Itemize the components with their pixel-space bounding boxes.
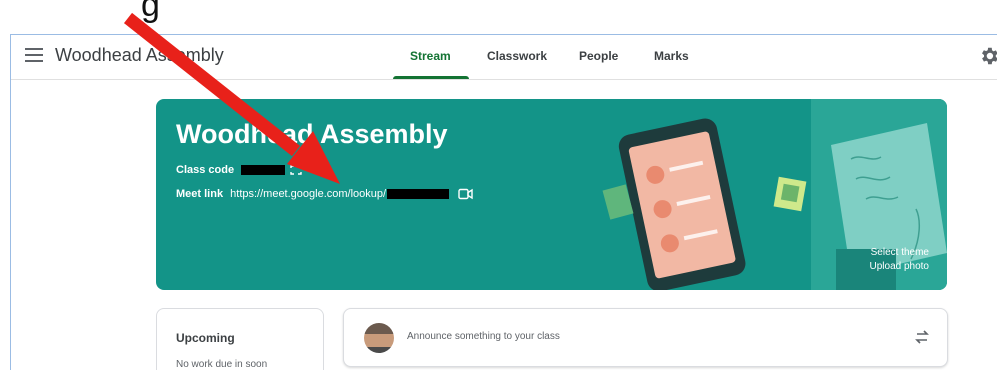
- gear-icon[interactable]: [978, 45, 997, 67]
- select-theme-link[interactable]: Select theme: [870, 246, 929, 260]
- avatar: [364, 323, 394, 353]
- caption-strip: g: [0, 0, 997, 36]
- top-app-bar: Woodhead Assembly Stream Classwork Peopl…: [11, 35, 997, 80]
- class-code: Class code: [176, 164, 302, 176]
- tab-stream[interactable]: Stream: [410, 49, 451, 63]
- upload-photo-link[interactable]: Upload photo: [870, 260, 930, 274]
- caption-fragment: g: [141, 0, 160, 24]
- fullscreen-icon[interactable]: [290, 165, 302, 175]
- class-banner: Woodhead Assembly Class code Meet link h…: [156, 99, 947, 290]
- class-title[interactable]: Woodhead Assembly: [55, 45, 224, 66]
- banner-actions: Select theme Upload photo: [870, 246, 930, 274]
- meet-link-label: Meet link: [176, 188, 224, 200]
- meet-link-url[interactable]: https://meet.google.com/lookup/: [230, 188, 386, 200]
- announce-placeholder[interactable]: Announce something to your class: [407, 331, 560, 342]
- class-code-label: Class code: [176, 164, 235, 176]
- active-tab-indicator: [393, 76, 469, 79]
- upcoming-title: Upcoming: [176, 331, 235, 345]
- tab-classwork[interactable]: Classwork: [487, 49, 547, 63]
- upcoming-card: Upcoming No work due in soon: [156, 308, 324, 370]
- meet-link-redaction: [387, 189, 450, 200]
- tab-people[interactable]: People: [579, 49, 618, 63]
- video-icon[interactable]: [458, 188, 474, 200]
- class-code-redaction: [241, 165, 286, 176]
- upcoming-body: No work due in soon: [176, 359, 268, 370]
- meet-link-row: Meet link https://meet.google.com/lookup…: [176, 188, 474, 200]
- announce-box[interactable]: Announce something to your class: [343, 308, 948, 367]
- menu-icon[interactable]: [25, 48, 43, 64]
- banner-class-name: Woodhead Assembly: [176, 119, 448, 149]
- tab-marks[interactable]: Marks: [654, 49, 689, 63]
- repost-icon[interactable]: [914, 328, 930, 346]
- classroom-window: Woodhead Assembly Stream Classwork Peopl…: [10, 34, 997, 370]
